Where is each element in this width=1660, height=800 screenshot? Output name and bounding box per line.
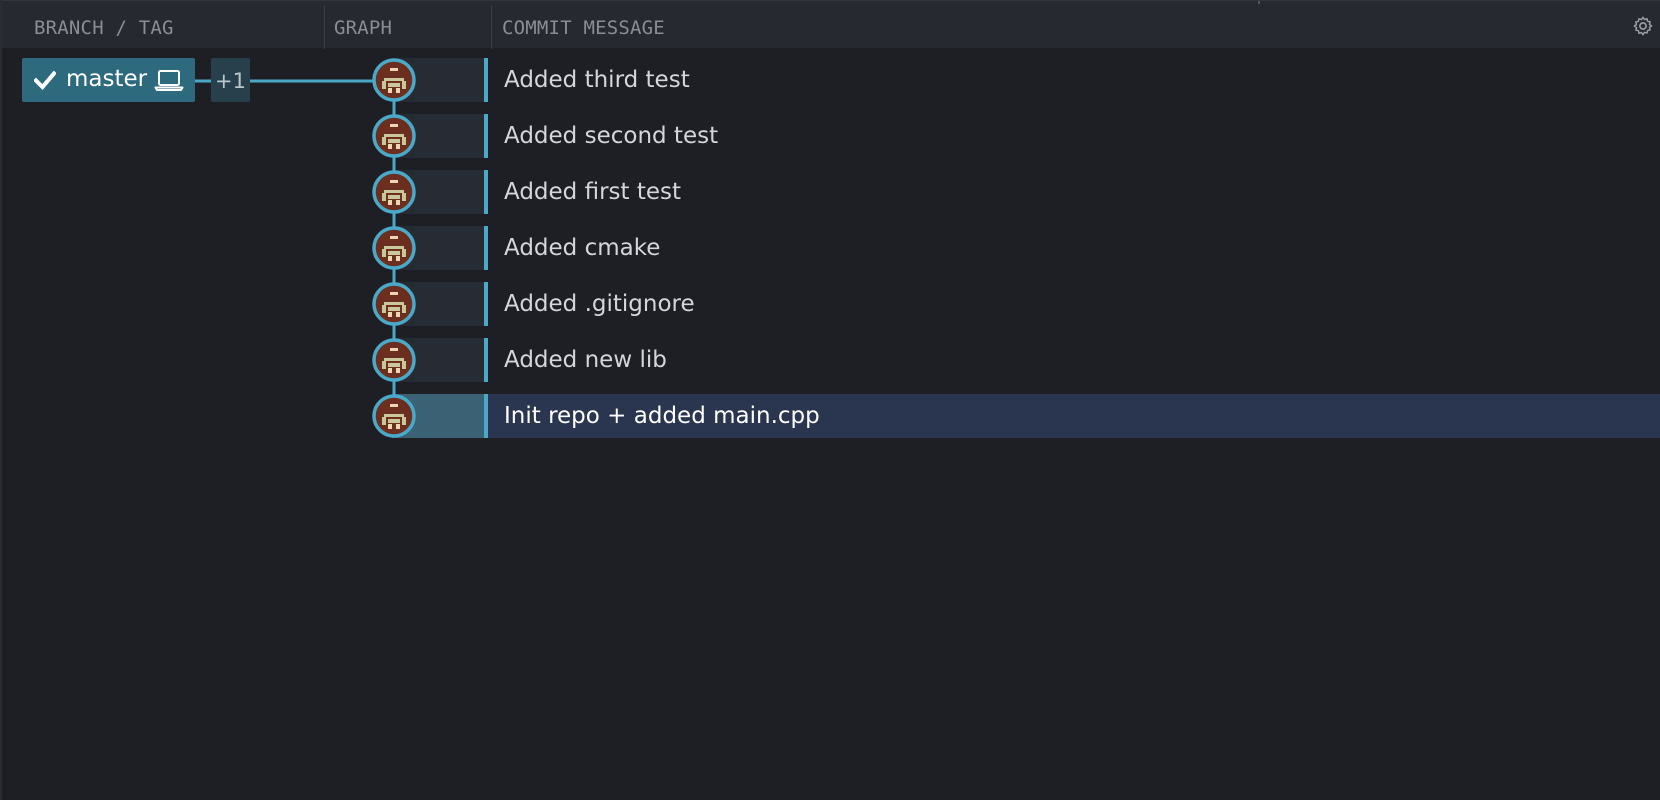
commit-row[interactable]: Init repo + added main.cpp	[0, 394, 1660, 438]
commit-row[interactable]: Added first test	[0, 170, 1660, 214]
extra-refs-badge[interactable]: +1	[211, 58, 250, 102]
row-accent-bar	[484, 170, 488, 214]
commit-message[interactable]: Added .gitignore	[504, 282, 695, 326]
commit-row[interactable]: Added cmake	[0, 226, 1660, 270]
git-graph-panel: BRANCH / TAG GRAPH COMMIT MESSAGE Added …	[0, 0, 1660, 800]
graph-cell	[392, 282, 484, 326]
graph-cell	[392, 226, 484, 270]
branch-name: master	[66, 66, 148, 92]
graph-cell	[392, 338, 484, 382]
commit-row[interactable]: Added new lib	[0, 338, 1660, 382]
commit-row[interactable]: Added .gitignore	[0, 282, 1660, 326]
checkmark-icon	[34, 70, 56, 90]
row-accent-bar	[484, 394, 488, 438]
commit-message[interactable]: Init repo + added main.cpp	[504, 394, 820, 438]
commit-list: Added third test Added second test Added f…	[0, 0, 1660, 800]
commit-row[interactable]: Added second test	[0, 114, 1660, 158]
commit-message[interactable]: Added first test	[504, 170, 681, 214]
row-accent-bar	[484, 58, 488, 102]
commit-message[interactable]: Added new lib	[504, 338, 667, 382]
branch-label-master[interactable]: master	[22, 58, 195, 102]
row-accent-bar	[484, 282, 488, 326]
graph-cell	[392, 394, 484, 438]
row-accent-bar	[484, 226, 488, 270]
row-accent-bar	[484, 114, 488, 158]
commit-message[interactable]: Added cmake	[504, 226, 660, 270]
commit-message[interactable]: Added second test	[504, 114, 718, 158]
graph-cell	[392, 170, 484, 214]
laptop-icon	[154, 70, 184, 91]
graph-cell	[392, 114, 484, 158]
row-accent-bar	[484, 338, 488, 382]
commit-message[interactable]: Added third test	[504, 58, 690, 102]
graph-cell	[392, 58, 484, 102]
